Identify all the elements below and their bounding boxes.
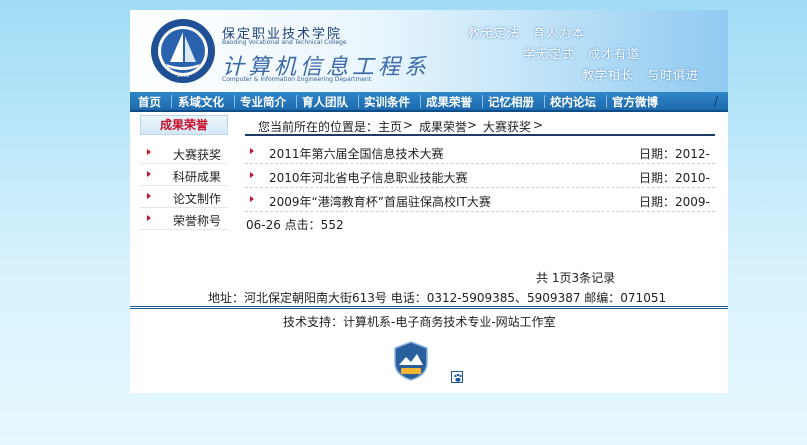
list-item[interactable]: 2010年河北省电子信息职业技能大赛 日期：2010- (245, 164, 715, 188)
sidebar-item-awards[interactable]: 大赛获奖 (140, 144, 228, 164)
list-item[interactable]: 2009年“港湾教育杯”首届驻保高校IT大赛 日期：2009- (245, 188, 715, 212)
bullet-icon (250, 172, 254, 178)
overflow-date-hits: 06-26 点击：552 (246, 218, 344, 232)
footer-address: 地址：河北保定朝阳南大街613号 电话：0312-5909385、5909387… (208, 291, 667, 305)
nav-item-home[interactable]: 首页 (138, 94, 161, 110)
college-seal-icon: 1956 (151, 19, 215, 83)
bullet-icon (147, 149, 151, 155)
nav-item-teaching-team[interactable]: 育人团队 (302, 94, 348, 110)
nav-item-achievements[interactable]: 成果荣誉 (426, 94, 472, 110)
site-badge-icon[interactable] (394, 341, 428, 381)
bullet-icon (250, 196, 254, 202)
breadcrumb-sep: > (467, 118, 478, 132)
nav-item-album[interactable]: 记忆相册 (488, 94, 534, 110)
sidebar-item-label: 论文制作 (173, 192, 222, 206)
nav-divider (544, 95, 545, 108)
breadcrumb-sep: > (533, 118, 544, 132)
breadcrumb: 您当前所在的位置是： 主页 > 成果荣誉 > 大赛获奖 > (245, 116, 715, 136)
nav-divider (420, 95, 421, 108)
footer-tech-support: 技术支持：计算机系-电子商务技术专业-网站工作室 (283, 315, 556, 329)
breadcrumb-current[interactable]: 大赛获奖 (483, 118, 531, 135)
school-name-en: Baoding Vocational and Technical College (222, 39, 347, 46)
footer-divider (130, 306, 728, 309)
pagination-summary: 共 1页3条记录 (536, 271, 616, 285)
breadcrumb-sep: > (403, 118, 414, 132)
nav-divider (296, 95, 297, 108)
breadcrumb-section[interactable]: 成果荣誉 (419, 118, 467, 135)
paw-stat-icon[interactable] (451, 371, 463, 383)
department-name-en: Computer & Information Engineering Depar… (222, 76, 372, 83)
list-item-date: 日期：2010- (639, 171, 710, 185)
nav-divider (358, 95, 359, 108)
bullet-icon (147, 171, 151, 177)
sidebar-item-honors[interactable]: 荣誉称号 (140, 210, 228, 230)
motto-line-2: 学无定式 成才有道 (523, 47, 641, 61)
svg-text:1956: 1956 (177, 73, 190, 79)
bullet-icon (250, 148, 254, 154)
list-item[interactable]: 2011年第六届全国信息技术大赛 日期：2012- (245, 140, 715, 164)
breadcrumb-prefix: 您当前所在的位置是： (258, 120, 379, 134)
nav-divider (482, 95, 483, 108)
sidebar-title: 成果荣誉 (140, 115, 228, 135)
nav-item-culture[interactable]: 系域文化 (178, 94, 224, 110)
nav-divider (606, 95, 607, 108)
nav-trailing-slash: / (714, 94, 719, 108)
sidebar-item-label: 大赛获奖 (173, 148, 222, 162)
nav-divider (234, 95, 235, 108)
nav-item-weibo[interactable]: 官方微博 (612, 94, 658, 110)
bullet-icon (147, 193, 151, 199)
sidebar-item-label: 荣誉称号 (173, 214, 222, 228)
motto-line-3: 教学相长 与时俱进 (582, 68, 700, 82)
nav-divider (171, 95, 172, 108)
nav-item-training[interactable]: 实训条件 (364, 94, 410, 110)
nav-item-forum[interactable]: 校内论坛 (550, 94, 596, 110)
bullet-icon (147, 215, 151, 221)
nav-item-major-intro[interactable]: 专业简介 (240, 94, 286, 110)
breadcrumb-home[interactable]: 主页 (378, 118, 402, 135)
header-banner: 1956 保定职业技术学院 Baoding Vocational and Tec… (130, 10, 728, 92)
sidebar-item-label: 科研成果 (173, 170, 222, 184)
sidebar-item-papers[interactable]: 论文制作 (140, 188, 228, 208)
list-item-title[interactable]: 2010年河北省电子信息职业技能大赛 (269, 169, 468, 186)
motto-line-1: 教无定法 育人为本 (468, 26, 586, 40)
main-nav: 首页 系域文化 专业简介 育人团队 实训条件 成果荣誉 记忆相册 校内论坛 官方… (130, 92, 728, 112)
list-item-date: 日期：2012- (639, 147, 710, 161)
sidebar-item-research[interactable]: 科研成果 (140, 166, 228, 186)
list-item-title[interactable]: 2009年“港湾教育杯”首届驻保高校IT大赛 (269, 193, 491, 210)
list-item-title[interactable]: 2011年第六届全国信息技术大赛 (269, 145, 444, 162)
page-container: 1956 保定职业技术学院 Baoding Vocational and Tec… (130, 10, 728, 393)
list-item-date: 日期：2009- (639, 195, 710, 209)
